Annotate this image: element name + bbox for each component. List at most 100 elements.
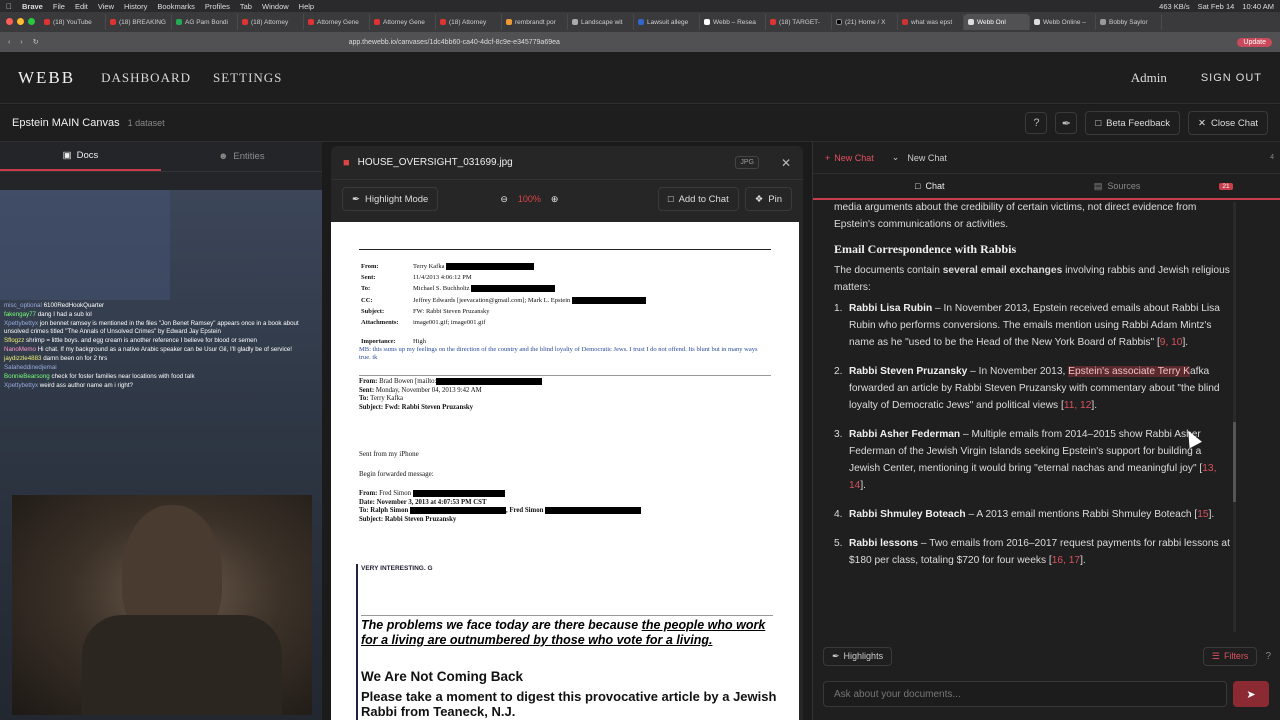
- update-button[interactable]: Update: [1237, 37, 1272, 47]
- browser-tab[interactable]: (18) BREAKING: [106, 14, 172, 30]
- page-rule: [361, 615, 773, 616]
- zoom-out-icon[interactable]: ⊖: [500, 194, 508, 205]
- help-icon[interactable]: ?: [1025, 112, 1048, 134]
- nav-admin[interactable]: Admin: [1131, 70, 1167, 86]
- menu-help[interactable]: Help: [299, 2, 314, 11]
- ask-input[interactable]: Ask about your documents...: [823, 681, 1227, 707]
- browser-tab[interactable]: Landscape wit: [568, 14, 634, 30]
- chat-text: shrimp = little boys. and egg cream is a…: [26, 337, 257, 344]
- browser-tab[interactable]: Webb – Resea: [700, 14, 766, 30]
- browser-tab[interactable]: (21) Home / X: [832, 14, 898, 30]
- webb-logo[interactable]: WEBB: [18, 68, 75, 88]
- item-text: – A 2013 email mentions Rabbi Shmuley Bo…: [965, 509, 1198, 520]
- network-speed: 463 KB/s: [1159, 1, 1190, 11]
- tab-entities[interactable]: ☻ Entities: [161, 142, 322, 171]
- redaction-box: [436, 378, 543, 385]
- sign-out-link[interactable]: SIGN OUT: [1201, 72, 1262, 84]
- close-window-icon[interactable]: [6, 18, 13, 25]
- chat-add-icon: □: [667, 193, 674, 205]
- browser-tab[interactable]: Webb Online –: [1030, 14, 1096, 30]
- citation-link[interactable]: 15: [1197, 509, 1208, 520]
- article-heading: We Are Not Coming Back: [361, 669, 524, 684]
- nav-dashboard[interactable]: DASHBOARD: [101, 70, 191, 86]
- tab-title: Attorney Gene: [383, 18, 425, 26]
- brush-icon[interactable]: ✒: [1055, 112, 1078, 134]
- highlighted-text[interactable]: Epstein's associate Terry K: [1068, 366, 1190, 377]
- dataset-count[interactable]: 1 dataset: [128, 118, 165, 128]
- highlights-button[interactable]: ✒ Highlights: [823, 646, 893, 666]
- browser-tab[interactable]: AG Pam Bondi: [172, 14, 238, 30]
- citation-link[interactable]: 16, 17: [1052, 555, 1080, 566]
- menu-window[interactable]: Window: [262, 2, 289, 11]
- highlight-mode-button[interactable]: ✒ Highlight Mode: [342, 187, 439, 211]
- add-to-chat-label: Add to Chat: [678, 193, 729, 205]
- tab-chat[interactable]: □ Chat: [813, 174, 1047, 198]
- browser-tab[interactable]: (18) YouTube: [40, 14, 106, 30]
- new-chat-button[interactable]: + New Chat: [819, 150, 880, 166]
- menu-bookmarks[interactable]: Bookmarks: [157, 2, 195, 11]
- address-bar[interactable]: app.thewebb.io/canvases/1dc4bb60-ca40-4d…: [349, 39, 560, 46]
- citation-link[interactable]: 11, 12: [1064, 400, 1092, 411]
- email-header-row: Attachments: image001.gif; image001.gif: [361, 318, 646, 327]
- browser-tab[interactable]: (18) TARGET-: [766, 14, 832, 30]
- menu-tab[interactable]: Tab: [240, 2, 252, 11]
- chat-text: 6100RedHookQuarter: [43, 302, 105, 309]
- browser-tab[interactable]: Attorney Gene: [304, 14, 370, 30]
- citation-link[interactable]: 9, 10: [1160, 337, 1183, 348]
- scrollbar-thumb[interactable]: [1233, 422, 1236, 502]
- browser-tab[interactable]: Lawsuit allege: [634, 14, 700, 30]
- chat-selector-label: New Chat: [907, 152, 947, 163]
- document-icon: ▣: [62, 150, 72, 161]
- browser-tab[interactable]: (18) Attorney: [436, 14, 502, 30]
- browser-tab-active[interactable]: Webb Onl: [964, 14, 1030, 30]
- browser-tab[interactable]: what was epst: [898, 14, 964, 30]
- chat-selector[interactable]: ⌄ New Chat 4: [888, 152, 1274, 163]
- tab-favicon-icon: [440, 19, 446, 25]
- tab-favicon-icon: [902, 19, 908, 25]
- pin-button[interactable]: ❖ Pin: [744, 187, 792, 211]
- list-item: 1. Rabbi Lisa Rubin – In November 2013, E…: [834, 300, 1232, 351]
- chat-user: BonnieBearsong: [4, 373, 50, 380]
- menu-history[interactable]: History: [124, 2, 147, 11]
- zoom-window-icon[interactable]: [28, 18, 35, 25]
- tab-sources[interactable]: ▤ Sources 21: [1047, 174, 1280, 198]
- menu-profiles[interactable]: Profiles: [205, 2, 230, 11]
- header-value: image001.gif; image001.gif: [413, 319, 486, 327]
- minimize-window-icon[interactable]: [17, 18, 24, 25]
- chat-scrollbar[interactable]: [1233, 202, 1236, 632]
- tab-docs[interactable]: ▣ Docs: [0, 142, 161, 171]
- filters-button[interactable]: ☰ Filters: [1202, 646, 1258, 666]
- rabbi-list: 1. Rabbi Lisa Rubin – In November 2013, E…: [834, 300, 1232, 569]
- zoom-in-icon[interactable]: ⊕: [551, 194, 559, 205]
- menu-view[interactable]: View: [98, 2, 114, 11]
- forward-icon[interactable]: ›: [20, 39, 22, 46]
- browser-tab[interactable]: (18) Attorney: [238, 14, 304, 30]
- beta-feedback-button[interactable]: □ Beta Feedback: [1085, 111, 1181, 135]
- lead-text: The documents contain: [834, 265, 943, 276]
- menu-file[interactable]: File: [53, 2, 65, 11]
- item-end: ].: [1208, 509, 1215, 520]
- highlights-label: Highlights: [843, 650, 884, 661]
- menu-app-name[interactable]: Brave: [22, 2, 43, 11]
- browser-tab[interactable]: Attorney Gene: [370, 14, 436, 30]
- back-icon[interactable]: ‹: [8, 39, 10, 46]
- browser-tab[interactable]: rembrandt por: [502, 14, 568, 30]
- chat-message: misc_optional 6100RedHookQuarter: [4, 302, 320, 310]
- add-to-chat-button[interactable]: □ Add to Chat: [657, 187, 739, 211]
- browser-tab[interactable]: Bobby Saylor: [1096, 14, 1162, 30]
- send-button[interactable]: ➤: [1233, 681, 1269, 707]
- pin-label: Pin: [768, 193, 782, 205]
- apple-icon[interactable]: : [6, 2, 12, 11]
- help-circle-icon[interactable]: ?: [1265, 651, 1271, 662]
- menu-edit[interactable]: Edit: [75, 2, 88, 11]
- reload-icon[interactable]: ↻: [33, 38, 39, 46]
- chat-text: check for foster families near locations…: [51, 373, 195, 380]
- item-name: Rabbi lessons: [849, 538, 919, 549]
- nav-settings[interactable]: SETTINGS: [213, 70, 282, 86]
- tab-title: (18) Attorney: [449, 18, 487, 26]
- macos-menu-bar:  Brave File Edit View History Bookmarks…: [0, 0, 1280, 12]
- list-number: 1.: [834, 303, 843, 314]
- mb-note: MB: this sums up my feelings on the dire…: [359, 346, 758, 361]
- close-doc-icon[interactable]: ✕: [781, 156, 791, 170]
- close-chat-button[interactable]: ✕ Close Chat: [1188, 111, 1268, 135]
